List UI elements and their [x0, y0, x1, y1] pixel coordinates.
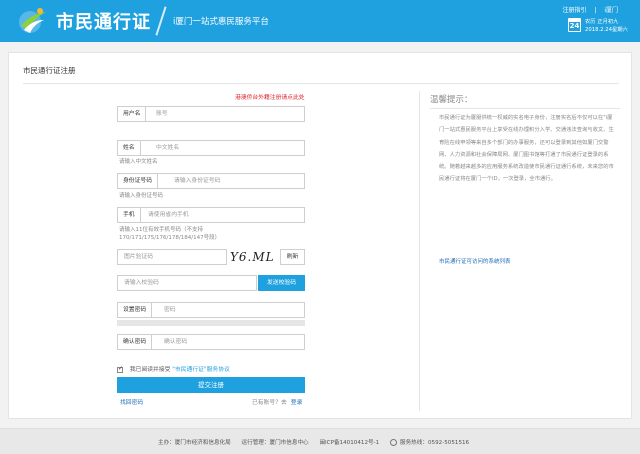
submit-button[interactable]: 提交注册 [117, 377, 305, 393]
confirm-password-label: 确认密码 [118, 335, 153, 349]
sms-code-field[interactable]: 请输入校验码 [117, 275, 257, 291]
phone-field[interactable]: 手机 请使用省内手机 [117, 207, 305, 223]
captcha-placeholder: 图片验证码 [124, 254, 153, 260]
phone-placeholder: 请使用省内手机 [148, 212, 189, 218]
vertical-divider [419, 91, 420, 411]
confirm-password-field[interactable]: 确认密码 确认密码 [117, 334, 305, 350]
lunar-date: 农历 正月初九 [585, 19, 619, 25]
realname-field[interactable]: 姓名 中文姓名 [117, 140, 305, 156]
page-title: 市民通行证注册 [23, 66, 76, 75]
realname-label: 姓名 [118, 141, 141, 155]
password-placeholder: 密码 [164, 307, 176, 313]
realname-hint: 请输入中文姓名 [119, 159, 158, 165]
sms-code-placeholder: 请输入校验码 [124, 280, 159, 286]
footer-operator: 运行管理：厦门市信息中心 [241, 440, 309, 446]
ixiamen-link[interactable]: i厦门 [604, 7, 618, 14]
agreement-link[interactable]: "市民通行证"服务协议 [172, 367, 230, 373]
overseas-register-link[interactable]: 港澳侨台外籍注册请点此处 [235, 92, 305, 101]
phone-icon [389, 439, 397, 446]
username-label: 用户名 [118, 107, 147, 121]
have-account-row: 已有账号？去 登录 [252, 397, 302, 406]
register-guide-link[interactable]: 注册指引 [562, 7, 586, 14]
footer-sponsor: 主办：厦门市经济和信息化局 [158, 440, 231, 446]
top-links: 注册指引 | i厦门 [556, 5, 618, 14]
username-placeholder: 账号 [156, 111, 168, 117]
footer-hotline-wrap: 服务热线：0592-5051516 [389, 439, 478, 446]
send-code-button[interactable]: 发送校验码 [258, 275, 305, 291]
date-info: 农历 正月初九 2018.2.24星期六 [585, 18, 628, 34]
agreement-prefix: 我已阅读并接受 [129, 367, 171, 373]
tips-divider [430, 108, 620, 109]
idcard-placeholder: 请输入身份证号码 [174, 178, 221, 184]
brand-name: 市民通行证 [56, 12, 151, 33]
phone-hint: 请输入11位有效手机号码（不支持170/171/175/176/178/184/… [119, 227, 221, 241]
agreement-row: 我已阅读并接受 "市民通行证"服务协议 [117, 364, 230, 373]
idcard-label: 身份证号码 [118, 174, 158, 188]
phone-label: 手机 [118, 208, 141, 222]
slogan: i厦门一站式惠民服务平台 [173, 17, 269, 27]
captcha-image[interactable]: Y6.ML [230, 250, 278, 268]
tips-body: 市民通行证为厦服供统一权威的实名电子身份，注册实名后不仅可以在"i厦门一站式惠民… [439, 115, 614, 183]
calendar-day: 24 [569, 22, 580, 30]
realname-placeholder: 中文姓名 [156, 145, 180, 151]
agreement-checkbox[interactable] [117, 365, 123, 373]
confirm-password-placeholder: 确认密码 [164, 339, 188, 345]
retrieve-password-link[interactable]: 找回密码 [120, 397, 143, 406]
idcard-field[interactable]: 身份证号码 请输入身份证号码 [117, 173, 305, 189]
system-list-link[interactable]: 市民通行证可访问的系统列表 [439, 257, 511, 265]
solar-date: 2018.2.24星期六 [585, 27, 628, 33]
top-header: 市民通行证 i厦门一站式惠民服务平台 注册指引 | i厦门 24 农历 正月初九… [0, 0, 640, 42]
password-strength-bar [117, 320, 305, 326]
footer: 主办：厦门市经济和信息化局 运行管理：厦门市信息中心 闽ICP备14010412… [0, 428, 640, 454]
refresh-captcha-button[interactable]: 刷新 [280, 249, 305, 265]
title-divider [23, 83, 619, 84]
password-label: 设置密码 [118, 303, 153, 317]
username-field[interactable]: 用户名 账号 [117, 106, 305, 122]
link-separator: | [594, 7, 597, 14]
idcard-hint: 请输入身份证号码 [119, 193, 164, 199]
logo-icon [19, 8, 46, 33]
footer-icp[interactable]: 闽ICP备14010412号-1 [319, 440, 379, 446]
footer-text: 主办：厦门市经济和信息化局 运行管理：厦门市信息中心 闽ICP备14010412… [158, 438, 487, 446]
header-divider [155, 6, 167, 36]
registration-card: 市民通行证注册 温馨提示： 市民通行证为厦服供统一权威的实名电子身份，注册实名后… [8, 52, 632, 419]
footer-hotline: 服务热线：0592-5051516 [399, 440, 470, 446]
calendar-icon: 24 [568, 18, 581, 32]
captcha-field[interactable]: 图片验证码 [117, 249, 227, 265]
tips-title: 温馨提示： [430, 95, 473, 105]
password-field[interactable]: 设置密码 密码 [117, 302, 305, 318]
have-account-text: 已有账号？去 [252, 400, 287, 406]
login-link[interactable]: 登录 [291, 400, 303, 406]
